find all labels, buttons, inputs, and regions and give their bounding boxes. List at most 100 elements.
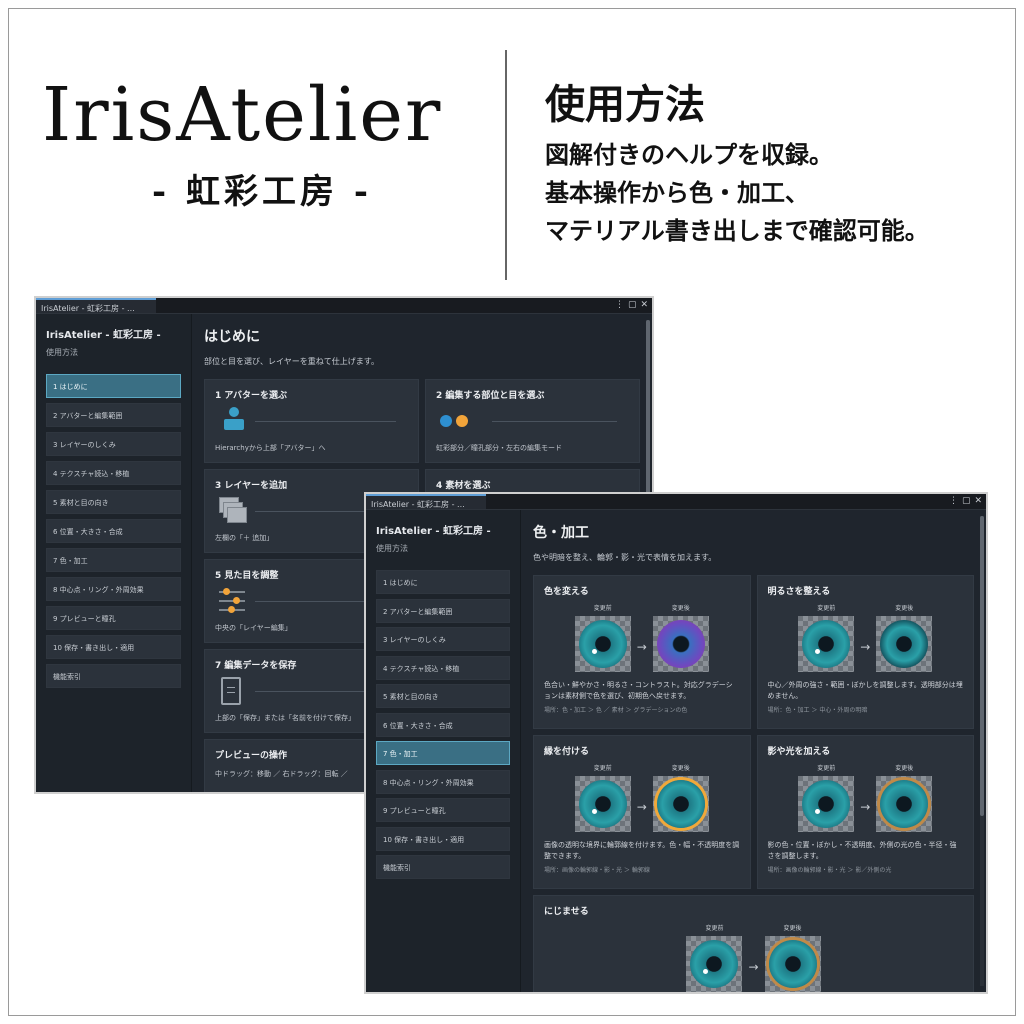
card-path: 場所：画像の輪郭線・影・光 ＞ 影／外側の光 xyxy=(767,867,892,874)
before-label: 変更前 xyxy=(817,605,836,612)
close-icon[interactable]: ✕ xyxy=(974,496,982,509)
help-sidebar: IrisAtelier - 虹彩工房 - 使用方法 1 はじめに 2 アバターと… xyxy=(366,510,521,992)
more-options-icon[interactable]: ⋮ xyxy=(949,496,958,509)
sidebar-item-texture[interactable]: 4 テクスチャ読込・移植 xyxy=(46,461,181,485)
iris-before-image xyxy=(574,776,631,832)
step-card: 1 アバターを選ぶ Hierarchyから上部「アバター」へ xyxy=(204,379,419,463)
card-title: 明るさを整える xyxy=(767,587,831,597)
card-path: 場所：色・加工 ＞ 中心・外周の明暗 xyxy=(767,707,868,714)
sidebar-title: IrisAtelier - 虹彩工房 - xyxy=(376,526,491,537)
feature-card: 明るさを整える 変更前 → 変更後 中心／外周の強さ・範囲・ぼかしを調整します。… xyxy=(756,575,974,729)
iris-before-image xyxy=(686,936,743,992)
card-title: 2 編集する部位と目を選ぶ xyxy=(436,391,545,401)
card-text: 色合い・鮮やかさ・明るさ・コントラスト。対応グラデーションは素材側で色を選び、初… xyxy=(544,681,733,700)
card-path: 場所：色・加工 ＞ 色 ／ 素材 ＞ グラデーションの色 xyxy=(544,707,688,714)
maximize-icon[interactable]: ▢ xyxy=(962,496,971,509)
sidebar-item-color[interactable]: 7 色・加工 xyxy=(376,741,510,765)
sidebar-item-layers[interactable]: 3 レイヤーのしくみ xyxy=(46,432,181,456)
arrow-right-icon: → xyxy=(748,960,759,974)
after-label: 変更後 xyxy=(671,765,690,772)
sidebar-item-position[interactable]: 6 位置・大きさ・合成 xyxy=(46,519,181,543)
sidebar-item-center[interactable]: 8 中心点・リング・外周効果 xyxy=(376,769,510,794)
sidebar-item-position[interactable]: 6 位置・大きさ・合成 xyxy=(376,712,510,737)
card-title: 色を変える xyxy=(544,587,589,597)
sidebar-item-save[interactable]: 10 保存・書き出し・適用 xyxy=(376,826,510,851)
arrow-right-icon: → xyxy=(636,800,647,814)
sidebar-item-intro[interactable]: 1 はじめに xyxy=(46,374,181,398)
page-description: 部位と目を選び、レイヤーを重ねて仕上げます。 xyxy=(204,357,379,366)
after-label: 変更後 xyxy=(895,605,914,612)
banner-line-2: 基本操作から色・加工、 xyxy=(545,179,809,207)
sidebar-item-preview[interactable]: 9 プレビューと瞳孔 xyxy=(376,798,510,822)
iris-before-image xyxy=(574,616,631,672)
sidebar-item-save[interactable]: 10 保存・書き出し・適用 xyxy=(46,635,181,659)
page-title: はじめに xyxy=(204,329,260,345)
layers-icon xyxy=(219,497,249,527)
banner-line-1: 図解付きのヘルプを収録。 xyxy=(545,141,833,169)
window-tab[interactable]: IrisAtelier - 虹彩工房 - ... xyxy=(366,494,486,509)
before-after-illustration: 変更前 → 変更後 xyxy=(544,763,740,832)
arrow-right-icon: → xyxy=(860,640,871,654)
sidebar-subtitle: 使用方法 xyxy=(46,348,78,357)
iris-after-image xyxy=(876,616,933,672)
window-titlebar[interactable]: IrisAtelier - 虹彩工房 - ... ⋮ ▢ ✕ xyxy=(36,298,652,314)
more-options-icon[interactable]: ⋮ xyxy=(615,300,624,313)
after-label: 変更後 xyxy=(895,765,914,772)
sidebar-item-layers[interactable]: 3 レイヤーのしくみ xyxy=(376,627,510,651)
logo-wordmark: IrisAtelier xyxy=(42,72,443,158)
sidebar-item-avatar[interactable]: 2 アバターと編集範囲 xyxy=(46,403,181,427)
feature-card: にじませる 変更前 → 変更後 xyxy=(533,895,974,992)
sidebar-item-center[interactable]: 8 中心点・リング・外周効果 xyxy=(46,577,181,601)
window-tab[interactable]: IrisAtelier - 虹彩工房 - ... xyxy=(36,298,156,313)
sidebar-subtitle: 使用方法 xyxy=(376,544,408,553)
iris-after-image xyxy=(876,776,933,832)
card-title: 影や光を加える xyxy=(767,747,831,757)
eyes-icon xyxy=(440,415,480,429)
iris-after-image xyxy=(652,776,709,832)
close-icon[interactable]: ✕ xyxy=(640,300,648,313)
banner-headline: 使用方法 図解付きのヘルプを収録。 基本操作から色・加工、 マテリアル書き出しま… xyxy=(545,72,1015,250)
step-card: 2 編集する部位と目を選ぶ 虹彩部分／瞳孔部分・左右の編集モード xyxy=(425,379,640,463)
help-window-front: IrisAtelier - 虹彩工房 - ... ⋮ ▢ ✕ IrisAteli… xyxy=(364,492,988,994)
sidebar-item-index[interactable]: 機能索引 xyxy=(376,855,510,879)
sidebar-item-material[interactable]: 5 素材と目の向き xyxy=(46,490,181,514)
before-after-illustration: 変更前 → 変更後 xyxy=(544,603,740,672)
iris-before-image xyxy=(798,776,855,832)
help-content: 色・加工 色や明暗を整え、輪郭・影・光で表情を加えます。 色を変える 変更前 →… xyxy=(521,510,986,992)
card-text: 影の色・位置・ぼかし・不透明度、外側の光の色・半径・強さを調整します。 xyxy=(767,841,957,860)
before-label: 変更前 xyxy=(705,925,724,932)
after-label: 変更後 xyxy=(783,925,802,932)
sidebar-item-color[interactable]: 7 色・加工 xyxy=(46,548,181,572)
sidebar-item-intro[interactable]: 1 はじめに xyxy=(376,570,510,594)
brand-logo: IrisAtelier - 虹彩工房 - xyxy=(42,72,482,213)
card-title: にじませる xyxy=(544,907,589,917)
sidebar-item-material[interactable]: 5 素材と目の向き xyxy=(376,684,510,708)
page-title: 色・加工 xyxy=(533,525,589,541)
card-path: 場所：画像の輪郭線・影・光 ＞ 輪郭線 xyxy=(544,867,650,874)
card-note: 虹彩部分／瞳孔部分・左右の編集モード xyxy=(436,444,562,452)
sidebar-item-avatar[interactable]: 2 アバターと編集範囲 xyxy=(376,598,510,623)
before-after-illustration: 変更前 → 変更後 xyxy=(768,603,964,672)
scrollbar-thumb[interactable] xyxy=(980,516,984,816)
sidebar-title: IrisAtelier - 虹彩工房 - xyxy=(46,330,161,341)
help-sidebar: IrisAtelier - 虹彩工房 - 使用方法 1 はじめに 2 アバターと… xyxy=(36,314,192,792)
before-label: 変更前 xyxy=(593,765,612,772)
sidebar-item-index[interactable]: 機能索引 xyxy=(46,664,181,688)
iris-after-image xyxy=(764,936,821,992)
before-after-illustration: 変更前 → 変更後 xyxy=(768,763,964,832)
sidebar-item-preview[interactable]: 9 プレビューと瞳孔 xyxy=(46,606,181,630)
sliders-icon xyxy=(219,587,249,617)
document-icon xyxy=(221,677,241,705)
before-label: 変更前 xyxy=(817,765,836,772)
banner-line-3: マテリアル書き出しまで確認可能。 xyxy=(545,217,929,245)
card-title: 3 レイヤーを追加 xyxy=(215,481,288,491)
before-after-illustration: 変更前 → 変更後 xyxy=(544,923,963,992)
card-title: 1 アバターを選ぶ xyxy=(215,391,288,401)
card-title: 4 素材を選ぶ xyxy=(436,481,491,491)
sidebar-item-texture[interactable]: 4 テクスチャ読込・移植 xyxy=(376,655,510,680)
card-note: Hierarchyから上部「アバター」へ xyxy=(215,444,326,452)
avatar-icon xyxy=(223,407,245,435)
maximize-icon[interactable]: ▢ xyxy=(628,300,637,313)
window-titlebar[interactable]: IrisAtelier - 虹彩工房 - ... ⋮ ▢ ✕ xyxy=(366,494,986,510)
before-label: 変更前 xyxy=(593,605,612,612)
